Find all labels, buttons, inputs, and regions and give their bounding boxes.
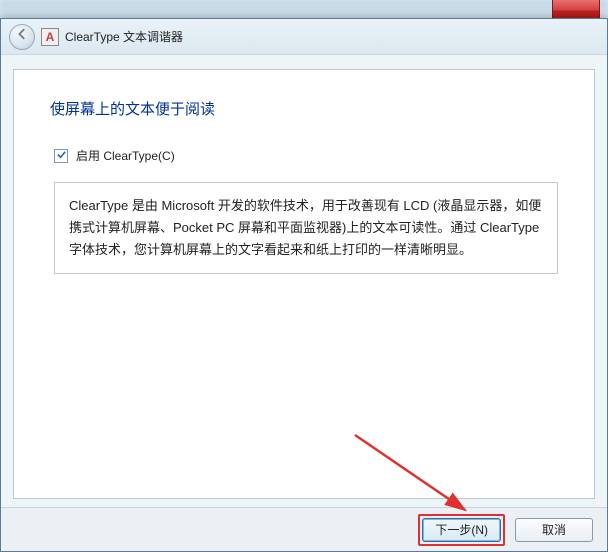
window-title: ClearType 文本调谐器 [65,28,183,45]
back-button[interactable] [9,24,35,50]
content-panel: 使屏幕上的文本便于阅读 启用 ClearType(C) ClearType 是由… [13,69,595,499]
back-arrow-icon [15,27,29,46]
next-button-highlight: 下一步(N) [418,514,505,546]
checkmark-icon [56,147,67,165]
app-icon-letter: A [46,30,55,44]
titlebar: A ClearType 文本调谐器 [1,19,607,55]
footer: 下一步(N) 取消 [1,507,607,551]
app-icon: A [41,28,59,46]
enable-cleartype-option[interactable]: 启用 ClearType(C) [54,147,558,164]
next-button[interactable]: 下一步(N) [422,518,501,542]
description-text: ClearType 是由 Microsoft 开发的软件技术，用于改善现有 LC… [54,182,558,274]
enable-cleartype-label: 启用 ClearType(C) [76,147,175,164]
cancel-button[interactable]: 取消 [515,518,593,542]
enable-cleartype-checkbox[interactable] [54,149,68,163]
page-heading: 使屏幕上的文本便于阅读 [50,98,558,119]
wizard-window: A ClearType 文本调谐器 使屏幕上的文本便于阅读 启用 ClearTy… [0,18,608,552]
